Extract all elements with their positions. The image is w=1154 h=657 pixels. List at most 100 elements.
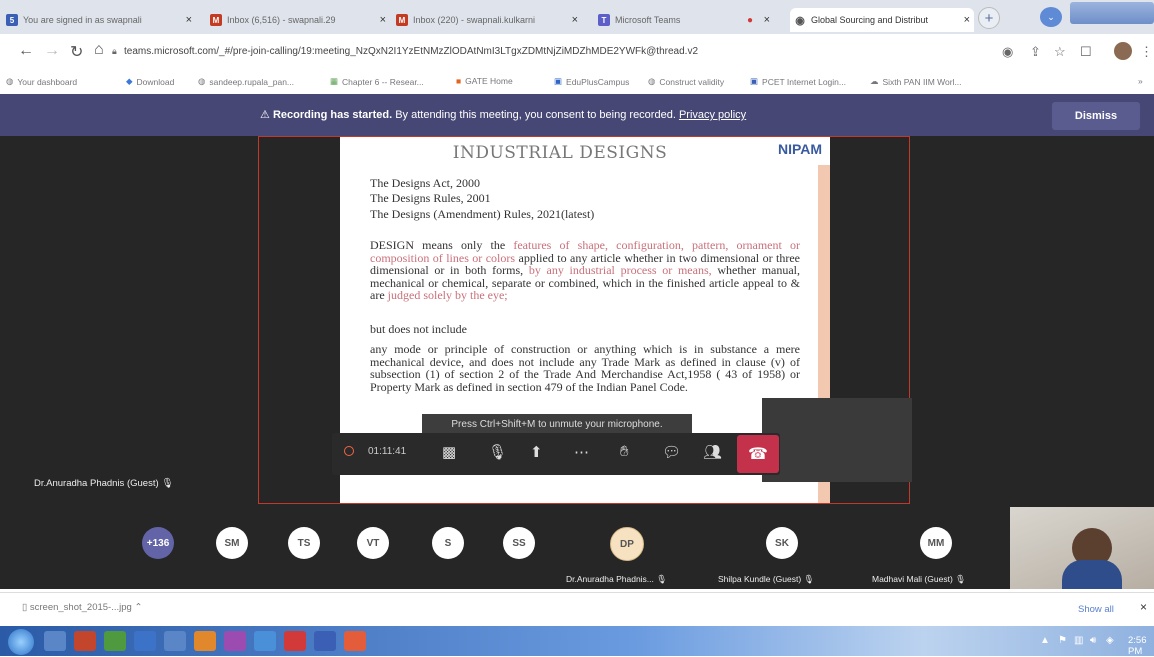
gmail-icon: M <box>210 14 222 26</box>
participant-avatar[interactable]: TS <box>288 527 320 559</box>
reload-icon[interactable]: ↻ <box>70 42 83 62</box>
bookmark-item[interactable]: ◍ Your dashboard <box>6 76 77 87</box>
start-button[interactable] <box>8 629 34 655</box>
share-screen-icon[interactable]: ⬆︎ <box>530 443 543 461</box>
recording-dot-icon: ● <box>746 14 754 26</box>
taskbar-app-icon[interactable] <box>134 631 156 651</box>
back-arrow-icon[interactable]: ← <box>18 42 34 60</box>
tab-close-icon[interactable]: × <box>572 14 582 26</box>
recording-text: By attending this meeting, you consent t… <box>392 109 679 121</box>
participant-avatar[interactable]: DP <box>610 527 644 561</box>
nipam-logo: NIPAM <box>778 141 823 157</box>
taskbar-app-icon[interactable] <box>164 631 186 651</box>
tab-group-icon[interactable]: ☐ <box>1080 44 1092 60</box>
volume-icon[interactable]: 🔊︎ <box>1090 635 1096 646</box>
slide-act: The Designs Rules, 2001 <box>370 191 491 205</box>
bookmark-item[interactable]: ◍ sandeep.rupala_pan... <box>198 76 294 87</box>
browser-tab-recording[interactable]: ● × <box>744 8 774 32</box>
bookmark-item[interactable]: ☁︎ Sixth PAN IIM Worl... <box>870 76 962 87</box>
taskbar-app-icon[interactable] <box>104 631 126 651</box>
taskbar-app-icon[interactable] <box>254 631 276 651</box>
show-all-link[interactable]: Show all <box>1078 604 1114 615</box>
download-icon: ◆ <box>126 76 133 86</box>
system-clock[interactable]: 2:56 PM <box>1128 635 1154 657</box>
downloads-bar <box>0 592 1154 627</box>
profile-avatar[interactable] <box>1114 42 1132 60</box>
tab-close-icon[interactable]: × <box>964 14 974 26</box>
bookmark-item[interactable]: ■ GATE Home <box>456 76 513 86</box>
dismiss-button[interactable]: Dismiss <box>1052 102 1140 130</box>
tray-flag-icon[interactable]: ⚑ <box>1058 635 1067 646</box>
chat-icon[interactable]: 💬︎ <box>662 443 681 461</box>
tab-title: Inbox (6,516) - swapnali.29 <box>227 15 336 25</box>
share-icon[interactable]: ⇪ <box>1030 44 1041 60</box>
slide-act: The Designs Act, 2000 <box>370 176 480 190</box>
taskbar-app-icon[interactable] <box>224 631 246 651</box>
more-actions-icon[interactable]: ⋯ <box>574 443 589 461</box>
unmute-tooltip: Press Ctrl+Shift+M to unmute your microp… <box>422 414 692 434</box>
hang-up-button[interactable]: ☎︎ <box>737 435 779 473</box>
site-favicon-icon: 5 <box>6 14 18 26</box>
tab-close-icon[interactable]: × <box>764 14 774 26</box>
taskbar-app-icon[interactable] <box>284 631 306 651</box>
tray-app-icon[interactable]: ◈ <box>1106 635 1114 646</box>
bookmark-item[interactable]: ▣ PCET Internet Login... <box>750 76 846 87</box>
new-tab-button[interactable]: + <box>978 7 1000 29</box>
browser-tab[interactable]: M Inbox (6,516) - swapnali.29 × <box>210 8 390 32</box>
participant-avatar[interactable]: SM <box>216 527 248 559</box>
participant-name: Dr.Anuradha Phadnis... 🎙︎ <box>566 574 668 584</box>
tray-arrow-icon[interactable]: ▲ <box>1040 635 1050 646</box>
download-item[interactable]: ▯ screen_shot_2015-...jpg ⌃ <box>22 602 142 613</box>
bookmark-item[interactable]: ▦ Chapter 6 -- Resear... <box>330 76 424 87</box>
url-field[interactable]: teams.microsoft.com/_#/pre-join-calling/… <box>124 46 984 62</box>
lock-icon[interactable]: 🔒︎ <box>112 46 117 57</box>
bookmark-item[interactable]: ▣ EduPlusCampus <box>554 76 629 87</box>
tab-search-icon[interactable]: ⌄ <box>1040 7 1062 27</box>
taskbar-app-icon[interactable] <box>314 631 336 651</box>
network-icon[interactable]: ▥ <box>1074 635 1083 646</box>
browser-tab[interactable]: M Inbox (220) - swapnali.kulkarni × <box>396 8 582 32</box>
browser-tab-active[interactable]: ◉ Global Sourcing and Distribut × <box>790 8 974 32</box>
slide-act: The Designs (Amendment) Rules, 2021(late… <box>370 207 595 221</box>
privacy-policy-link[interactable]: Privacy policy <box>679 109 746 121</box>
bookmark-item[interactable]: ◍ Construct validity <box>648 76 724 87</box>
tab-title: Inbox (220) - swapnali.kulkarni <box>413 15 536 25</box>
browser-tab-teams[interactable]: T Microsoft Teams <box>598 8 733 32</box>
mic-icon: 🎙︎ <box>955 574 966 584</box>
chevron-up-icon[interactable]: ⌃ <box>134 602 142 613</box>
taskbar-app-icon[interactable] <box>44 631 66 651</box>
mic-muted-icon[interactable]: 🎙︎ <box>488 443 507 461</box>
camera-in-use-icon[interactable]: ◉ <box>1002 44 1013 60</box>
tab-close-icon[interactable]: × <box>380 14 390 26</box>
pcet-icon: ▣ <box>750 76 759 86</box>
home-icon[interactable]: ⌂ <box>94 41 104 59</box>
bookmark-item[interactable]: ◆ Download <box>126 76 174 87</box>
slide-title: INDUSTRIAL DESIGNS <box>452 143 668 163</box>
camera-off-icon[interactable]: ▩ <box>442 443 456 461</box>
raise-hand-icon[interactable]: ✋︎ <box>620 443 629 460</box>
participant-avatar[interactable]: MM <box>920 527 952 559</box>
window-controls[interactable] <box>1070 2 1154 24</box>
taskbar-app-icon[interactable] <box>344 631 366 651</box>
menu-kebab-icon[interactable]: ⋮ <box>1140 44 1153 60</box>
participant-avatar[interactable]: VT <box>357 527 389 559</box>
edu-icon: ▣ <box>554 76 563 86</box>
forward-arrow-icon[interactable]: → <box>44 42 60 60</box>
participant-avatar[interactable]: S <box>432 527 464 559</box>
participant-avatar[interactable]: SS <box>503 527 535 559</box>
participants-icon[interactable]: 👥︎ <box>703 443 722 461</box>
taskbar-app-icon[interactable] <box>194 631 216 651</box>
participant-name: Madhavi Mali (Guest) 🎙︎ <box>872 574 966 584</box>
participants-overflow[interactable]: +136 <box>142 527 174 559</box>
close-downloads-icon[interactable]: × <box>1140 600 1147 614</box>
taskbar-app-icon[interactable] <box>74 631 96 651</box>
browser-tab[interactable]: 5 You are signed in as swapnali × <box>6 8 196 32</box>
mic-icon: 🎙︎ <box>161 478 174 489</box>
bookmark-star-icon[interactable]: ☆ <box>1054 44 1066 60</box>
tab-title: You are signed in as swapnali <box>23 15 142 25</box>
recording-lead: Recording has started. <box>272 109 393 121</box>
participant-avatar[interactable]: SK <box>766 527 798 559</box>
bookmarks-overflow[interactable]: » <box>1138 76 1143 86</box>
tab-close-icon[interactable]: × <box>186 14 196 26</box>
gmail-icon: M <box>396 14 408 26</box>
